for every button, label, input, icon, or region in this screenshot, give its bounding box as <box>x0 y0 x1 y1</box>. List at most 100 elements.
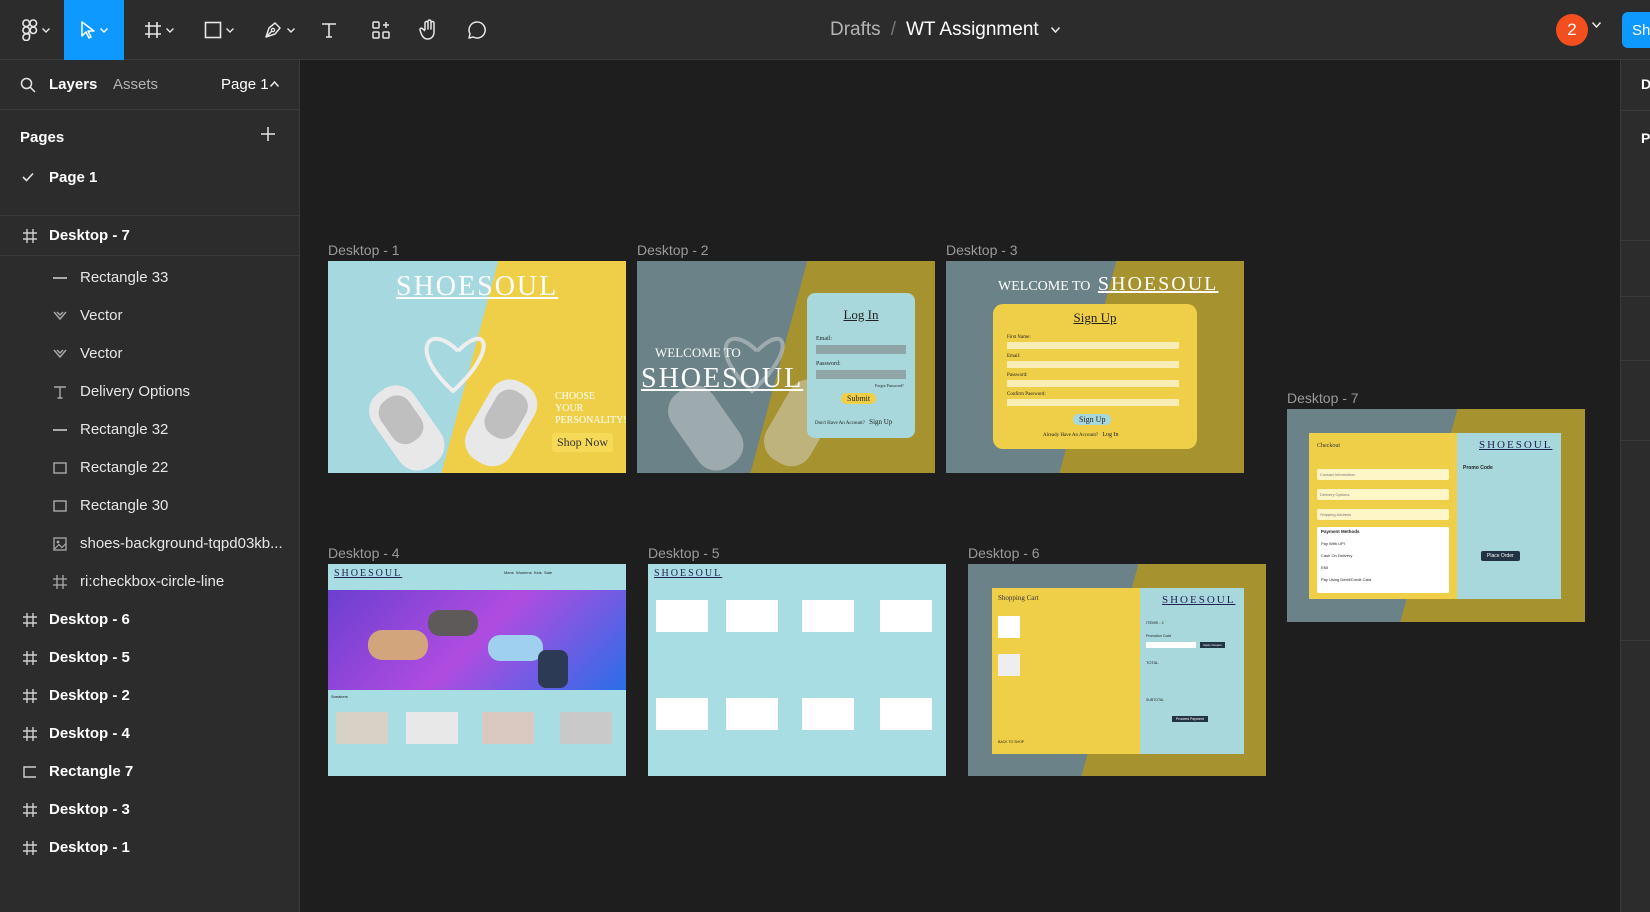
frame-label-desktop-2[interactable]: Desktop - 2 <box>637 242 709 258</box>
desktop-2-logo: SHOESOUL <box>641 363 804 394</box>
components-icon <box>372 21 390 39</box>
frame-tool-button[interactable] <box>136 0 182 60</box>
checkout-title: Checkout <box>1317 443 1340 449</box>
share-button[interactable]: Share <box>1622 12 1650 48</box>
collaborator-avatar[interactable]: 2 <box>1556 14 1588 46</box>
layer-label: Rectangle 33 <box>80 269 169 286</box>
frame-label-desktop-3[interactable]: Desktop - 3 <box>946 242 1018 258</box>
chevron-down-icon <box>166 27 174 33</box>
hand-tool-button[interactable] <box>414 0 444 60</box>
cart-promo: Promotion Code <box>1146 634 1172 638</box>
checkout-delivery: Delivery Options <box>1317 489 1449 500</box>
signup-email-label: Email: <box>1007 354 1021 359</box>
chevron-down-icon <box>287 27 295 33</box>
checkout-promo: Promo Code <box>1463 465 1493 471</box>
layers-panel: Layers Assets Page 1 Pages Page 1 Deskto… <box>0 60 300 912</box>
layer-vector-1[interactable]: Vector <box>0 296 299 336</box>
layer-frame-desktop-2[interactable]: Desktop - 2 <box>0 676 299 716</box>
design-canvas[interactable]: Desktop - 1 SHOESOUL CHOOSE YOUR PERSONA… <box>300 60 1620 912</box>
tab-layers[interactable]: Layers <box>49 76 97 93</box>
login-email-label: Email: <box>816 336 832 342</box>
desktop-4-frame[interactable]: SHOESOUL Mens Womens Kids Sale Sneakers <box>328 564 626 776</box>
cart-proceed: Proceed Payment <box>1172 716 1208 722</box>
layer-label: Delivery Options <box>80 383 191 400</box>
page-item-page-1[interactable]: Page 1 <box>0 160 299 196</box>
payment-cod: Cash On Delivery <box>1321 553 1353 558</box>
desktop-5-frame[interactable]: SHOESOUL <box>648 564 946 776</box>
pen-tool-button[interactable] <box>256 0 302 60</box>
desktop-4-logo: SHOESOUL <box>334 568 403 579</box>
desktop-4-section: Sneakers <box>331 694 348 699</box>
layer-label: Desktop - 6 <box>49 611 130 628</box>
cart-subtotal: SUBTOTAL <box>1146 698 1165 702</box>
vector-icon <box>52 346 68 362</box>
layer-delivery-options[interactable]: Delivery Options <box>0 372 299 412</box>
layer-label: Rectangle 7 <box>49 763 134 780</box>
chevron-down-icon <box>100 27 108 33</box>
breadcrumb-drafts[interactable]: Drafts <box>830 19 881 41</box>
shape-tool-button[interactable] <box>196 0 242 60</box>
login-no-account: Don't Have An Account? <box>815 421 865 426</box>
layer-rectangle-33[interactable]: Rectangle 33 <box>0 258 299 298</box>
cart-apply: Apply Coupon <box>1200 642 1225 648</box>
layer-checkbox-circle[interactable]: ri:checkbox-circle-line <box>0 562 299 602</box>
payment-upi: Pay With UPI <box>1321 541 1345 546</box>
chevron-down-icon[interactable] <box>1592 22 1601 28</box>
breadcrumb-separator: / <box>890 19 896 40</box>
desktop-4-nav: Mens Womens Kids Sale <box>504 570 552 575</box>
frame-label-desktop-5[interactable]: Desktop - 5 <box>648 545 720 561</box>
desktop-2-frame[interactable]: WELCOME TO SHOESOUL Log In Email: Passwo… <box>637 261 935 473</box>
layer-label: Desktop - 3 <box>49 801 130 818</box>
login-submit: Submit <box>841 393 877 404</box>
layer-rectangle-30[interactable]: Rectangle 30 <box>0 486 299 526</box>
tab-assets[interactable]: Assets <box>113 76 158 93</box>
move-tool-button[interactable] <box>64 0 124 60</box>
layer-frame-desktop-5[interactable]: Desktop - 5 <box>0 638 299 678</box>
signup-first-name-input <box>1007 342 1179 349</box>
chevron-up-icon[interactable] <box>270 81 279 87</box>
payment-title: Payment Methods <box>1321 529 1360 534</box>
layer-frame-desktop-7[interactable]: Desktop - 7 <box>0 216 299 256</box>
layer-frame-desktop-1[interactable]: Desktop - 1 <box>0 828 299 868</box>
cart-items: ITEMS : 2 <box>1146 620 1164 625</box>
desktop-1-frame[interactable]: SHOESOUL CHOOSE YOUR PERSONALITY! Shop N… <box>328 261 626 473</box>
signup-title: Sign Up <box>1073 310 1117 325</box>
text-tool-button[interactable] <box>314 0 344 60</box>
text-icon <box>322 23 336 38</box>
frame-label-desktop-1[interactable]: Desktop - 1 <box>328 242 400 258</box>
layer-rectangle-22[interactable]: Rectangle 22 <box>0 448 299 488</box>
plus-icon[interactable] <box>260 126 276 142</box>
checkout-right: SHOESOUL Promo Code Place Order <box>1457 433 1561 599</box>
login-title: Log In <box>843 307 879 322</box>
chevron-down-icon[interactable] <box>1050 27 1060 33</box>
layer-frame-desktop-4[interactable]: Desktop - 4 <box>0 714 299 754</box>
layer-label: Desktop - 1 <box>49 839 130 856</box>
desktop-1-tagline-2: YOUR <box>555 403 584 414</box>
layer-rectangle-7[interactable]: Rectangle 7 <box>0 752 299 792</box>
desktop-7-frame[interactable]: Checkout Contact Information Delivery Op… <box>1287 409 1585 622</box>
main-menu-button[interactable] <box>10 0 62 60</box>
payment-emi: EMI <box>1321 565 1329 570</box>
desktop-6-frame[interactable]: Shopping Cart BACK TO SHOP SHOESOUL ITEM… <box>968 564 1266 776</box>
comment-bubble-icon <box>468 21 486 39</box>
design-tab[interactable]: D <box>1641 76 1650 92</box>
layer-frame-desktop-3[interactable]: Desktop - 3 <box>0 790 299 830</box>
figma-logo-icon <box>22 19 38 41</box>
frame-label-desktop-4[interactable]: Desktop - 4 <box>328 545 400 561</box>
file-name[interactable]: WT Assignment <box>906 19 1039 41</box>
frame-label-desktop-7[interactable]: Desktop - 7 <box>1287 390 1359 406</box>
desktop-3-frame[interactable]: WELCOME TO SHOESOUL Sign Up First Name: … <box>946 261 1244 473</box>
comment-tool-button[interactable] <box>462 0 492 60</box>
resources-tool-button[interactable] <box>366 0 396 60</box>
layer-rectangle-32[interactable]: Rectangle 32 <box>0 410 299 450</box>
layer-vector-2[interactable]: Vector <box>0 334 299 374</box>
signup-confirm-input <box>1007 399 1179 406</box>
hash-frame-icon <box>22 726 38 742</box>
layer-label: Rectangle 30 <box>80 497 169 514</box>
layer-shoes-background[interactable]: shoes-background-tqpd03kb... <box>0 524 299 564</box>
page-selector[interactable]: Page 1 <box>221 76 269 93</box>
frame-label-desktop-6[interactable]: Desktop - 6 <box>968 545 1040 561</box>
search-icon[interactable] <box>20 77 36 93</box>
payment-card: Pay Using Debit/Credit Card <box>1321 577 1372 582</box>
layer-frame-desktop-6[interactable]: Desktop - 6 <box>0 600 299 640</box>
